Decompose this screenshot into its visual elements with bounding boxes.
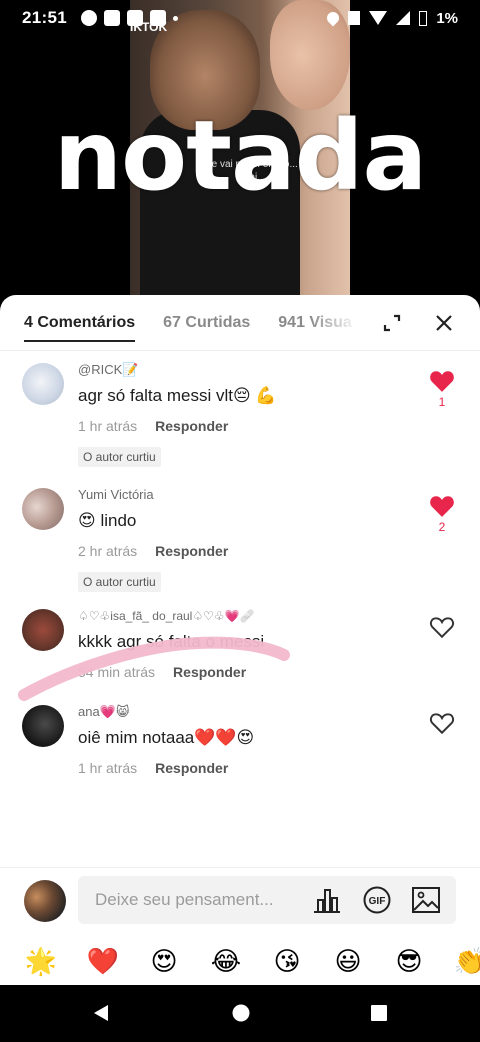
battery-percent: 1% bbox=[436, 9, 458, 27]
emoji-button[interactable]: 👏 bbox=[452, 947, 480, 977]
comment-input-bar: Deixe seu pensament... GIF bbox=[0, 867, 480, 931]
vibrate-icon bbox=[348, 11, 361, 25]
signal-icon bbox=[396, 11, 411, 25]
like-count: 2 bbox=[438, 520, 446, 534]
location-icon bbox=[324, 9, 342, 27]
comment-time: 1 hr atrás bbox=[78, 418, 138, 434]
like-button[interactable]: 2 bbox=[428, 494, 456, 534]
like-button[interactable] bbox=[428, 711, 456, 735]
comment-body: Yumi Victória 😍 lindo 2 hr atrás Responde… bbox=[78, 486, 408, 592]
reply-button[interactable]: Responder bbox=[155, 543, 228, 559]
status-right: 1% bbox=[324, 9, 458, 27]
like-button[interactable] bbox=[428, 615, 456, 639]
author-liked-badge: O autor curtiu bbox=[78, 572, 161, 592]
emoji-button[interactable]: 😂 bbox=[208, 947, 244, 977]
recents-icon[interactable] bbox=[370, 1003, 388, 1028]
emoji-button[interactable]: 😘 bbox=[269, 947, 305, 977]
emoji-button[interactable]: 🌟 bbox=[23, 947, 59, 977]
comment-input-placeholder: Deixe seu pensament... bbox=[95, 890, 274, 909]
like-button[interactable]: 1 bbox=[428, 369, 456, 409]
tab-likes[interactable]: 67 Curtidas bbox=[163, 298, 250, 348]
avatar[interactable] bbox=[22, 363, 64, 405]
comment-time: 54 min atrás bbox=[78, 664, 156, 680]
emoji-button[interactable]: ❤️ bbox=[85, 947, 121, 977]
avatar[interactable] bbox=[22, 488, 64, 530]
reply-button[interactable]: Responder bbox=[155, 418, 228, 434]
heart-icon bbox=[430, 496, 454, 517]
comment-author[interactable]: ana💗😸 bbox=[78, 703, 408, 721]
tab-bar: 4 Comentários 67 Curtidas 941 Visua bbox=[0, 295, 480, 351]
comment-body: @RICK📝 agr só falta messi vlt😔 💪 1 hr at… bbox=[78, 361, 408, 467]
heart-icon bbox=[430, 371, 454, 392]
comment-input[interactable]: Deixe seu pensament... GIF bbox=[78, 876, 456, 924]
reply-button[interactable]: Responder bbox=[155, 760, 228, 776]
close-icon[interactable] bbox=[430, 309, 458, 337]
app-icon bbox=[126, 10, 143, 26]
comment-text: kkkk agr só falta o messi bbox=[78, 632, 265, 651]
heart-outline-icon bbox=[429, 617, 455, 639]
comment-body: ♤♡♧isa_fã_ do_raul♤♡♧💗🩹 kkkk agr só falt… bbox=[78, 607, 408, 681]
system-nav-bar bbox=[0, 985, 480, 1042]
my-avatar bbox=[24, 880, 66, 922]
comment-time: 1 hr atrás bbox=[78, 760, 138, 776]
heart-outline-icon bbox=[429, 713, 455, 735]
status-time: 21:51 bbox=[22, 8, 67, 27]
back-icon[interactable] bbox=[91, 1003, 111, 1028]
comment-author[interactable]: ♤♡♧isa_fã_ do_raul♤♡♧💗🩹 bbox=[78, 607, 408, 625]
comment-time: 2 hr atrás bbox=[78, 543, 138, 559]
comment-meta: 1 hr atrás Responder bbox=[78, 417, 408, 435]
expand-icon[interactable] bbox=[380, 311, 404, 335]
like-count: 1 bbox=[438, 395, 446, 409]
comments-sheet: 4 Comentários 67 Curtidas 941 Visua @RIC… bbox=[0, 295, 480, 985]
tab-fade bbox=[310, 295, 370, 349]
comment-body: ana💗😸 oiê mim notaaa❤️❤️😍 1 hr atrás Resp… bbox=[78, 703, 408, 777]
comment-meta: 54 min atrás Responder bbox=[78, 663, 408, 681]
comment-author[interactable]: @RICK📝 bbox=[78, 361, 408, 379]
app2-icon bbox=[149, 10, 166, 26]
comment-author[interactable]: Yumi Victória bbox=[78, 486, 408, 504]
reply-button[interactable]: Responder bbox=[173, 664, 246, 680]
comment-text: oiê mim notaaa❤️❤️😍 bbox=[78, 728, 255, 747]
wifi-icon bbox=[369, 11, 388, 25]
spotify-icon bbox=[80, 10, 97, 26]
tab-comments[interactable]: 4 Comentários bbox=[24, 298, 136, 348]
gallery-icon bbox=[103, 10, 120, 26]
status-bar: 21:51 1% bbox=[0, 0, 480, 36]
image-icon[interactable] bbox=[411, 886, 441, 914]
avatar[interactable] bbox=[22, 705, 64, 747]
video-caption: ele vai mal... ele só... e vai... bbox=[203, 159, 307, 183]
svg-text:GIF: GIF bbox=[369, 896, 386, 907]
emoji-button[interactable]: 😍 bbox=[146, 947, 182, 977]
comment-meta: 2 hr atrás Responder bbox=[78, 542, 408, 560]
emoji-quick-bar: 🌟 ❤️ 😍 😂 😘 😃 😎 👏 bbox=[0, 935, 480, 983]
avatar[interactable] bbox=[22, 609, 64, 651]
comment-text: 😍 lindo bbox=[78, 511, 137, 530]
author-liked-badge: O autor curtiu bbox=[78, 447, 161, 467]
gif-icon[interactable]: GIF bbox=[362, 886, 392, 914]
comment-meta: 1 hr atrás Responder bbox=[78, 759, 408, 777]
chart-icon[interactable] bbox=[312, 886, 342, 914]
video-player[interactable]: IKTOK notada ele vai mal... ele só... e … bbox=[0, 0, 480, 300]
video-overlay-text: notada bbox=[53, 100, 427, 212]
comment-text: agr só falta messi vlt😔 💪 bbox=[78, 386, 277, 405]
emoji-button[interactable]: 😎 bbox=[391, 947, 427, 977]
emoji-button[interactable]: 😃 bbox=[330, 947, 366, 977]
notification-icons bbox=[80, 10, 178, 26]
battery-icon bbox=[419, 10, 428, 26]
more-notifications-icon bbox=[172, 15, 178, 21]
home-icon[interactable] bbox=[231, 1003, 251, 1028]
